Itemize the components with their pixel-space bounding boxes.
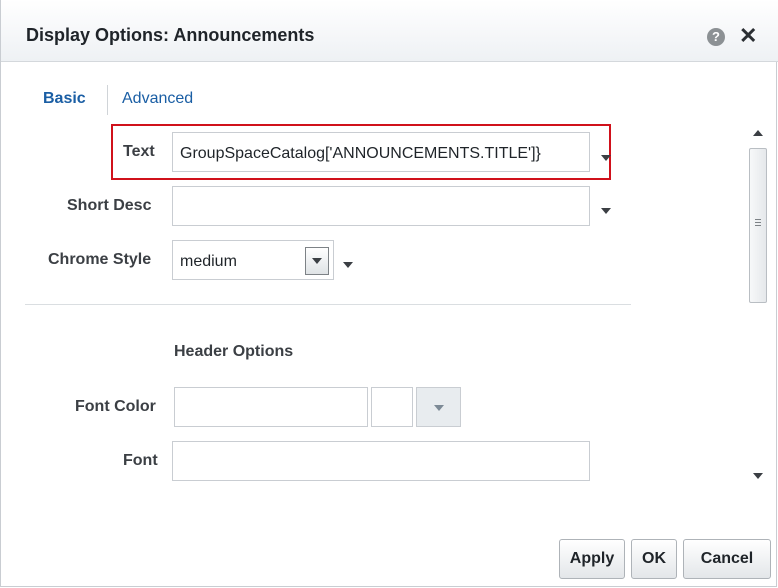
chrome-style-dropdown-button[interactable]: [305, 247, 329, 275]
vertical-scrollbar[interactable]: [747, 118, 769, 488]
chrome-style-expression-menu-icon[interactable]: [343, 262, 353, 268]
text-label: Text: [123, 143, 155, 160]
font-field[interactable]: [172, 441, 590, 481]
font-color-field[interactable]: [174, 387, 368, 427]
scrollbar-grip-line: [755, 219, 761, 220]
scroll-up-icon[interactable]: [753, 130, 763, 136]
cancel-button[interactable]: Cancel: [683, 539, 771, 579]
text-field-value: GroupSpaceCatalog['ANNOUNCEMENTS.TITLE']…: [180, 145, 541, 162]
dropdown-arrow-icon: [312, 258, 322, 264]
text-expression-menu-icon[interactable]: [601, 155, 611, 161]
scroll-down-icon[interactable]: [753, 473, 763, 479]
tab-basic[interactable]: Basic: [43, 90, 86, 108]
dialog-titlebar: Display Options: Announcements ? ✕: [1, 0, 778, 62]
close-icon[interactable]: ✕: [739, 23, 757, 49]
font-color-label: Font Color: [75, 398, 156, 415]
font-color-swatch[interactable]: [371, 387, 413, 427]
tab-advanced[interactable]: Advanced: [122, 90, 193, 108]
dropdown-arrow-icon: [434, 405, 444, 411]
section-divider: [25, 304, 631, 305]
display-options-dialog: Display Options: Announcements ? ✕ Basic…: [0, 0, 778, 587]
scrollbar-grip-line: [755, 225, 761, 226]
font-color-picker-button[interactable]: [416, 387, 461, 427]
chrome-style-value: medium: [180, 253, 237, 270]
scrollbar-thumb[interactable]: [749, 148, 767, 303]
tab-separator: [107, 85, 108, 115]
help-icon[interactable]: ?: [707, 28, 725, 46]
ok-button[interactable]: OK: [631, 539, 677, 579]
short-desc-label: Short Desc: [67, 197, 152, 214]
chrome-style-label: Chrome Style: [48, 251, 152, 268]
header-options-heading: Header Options: [174, 343, 294, 360]
short-desc-expression-menu-icon[interactable]: [601, 208, 611, 214]
font-label: Font: [123, 452, 158, 469]
dialog-title: Display Options: Announcements: [26, 25, 315, 45]
scrollbar-grip-line: [755, 222, 761, 223]
text-field[interactable]: GroupSpaceCatalog['ANNOUNCEMENTS.TITLE']…: [172, 132, 590, 172]
short-desc-field[interactable]: [172, 186, 590, 226]
apply-button[interactable]: Apply: [559, 539, 625, 579]
